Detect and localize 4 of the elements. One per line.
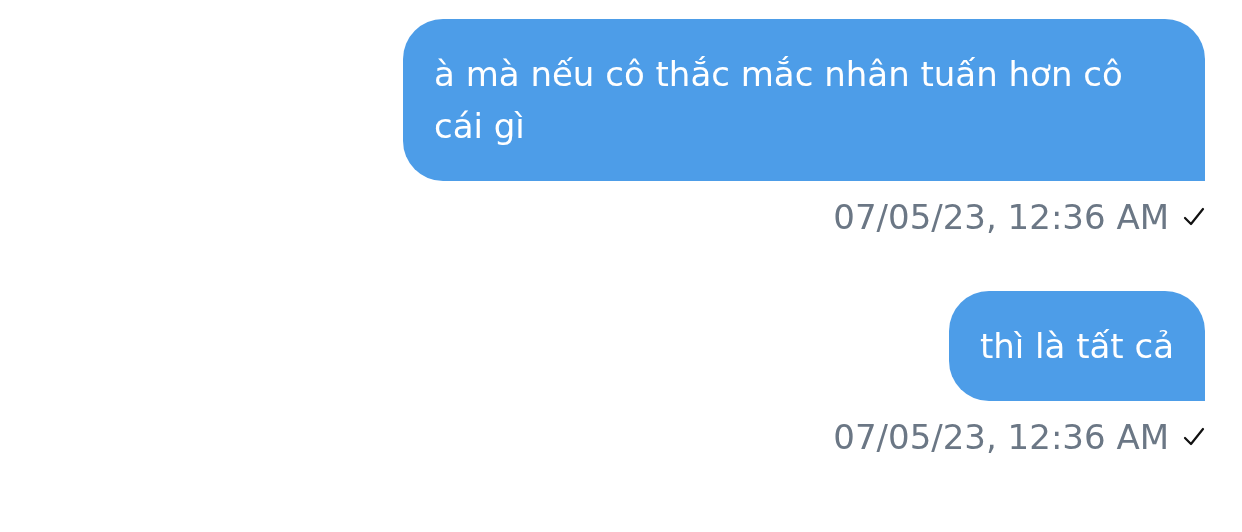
message-bubble: thì là tất cả	[948, 291, 1205, 401]
message-bubble: à mà nếu cô thắc mắc nhân tuấn hơn cô cái gì	[403, 19, 1205, 181]
message-timestamp: 07/05/23, 12:36 AM	[833, 416, 1169, 459]
message-timestamp: 07/05/23, 12:36 AM	[833, 196, 1169, 239]
